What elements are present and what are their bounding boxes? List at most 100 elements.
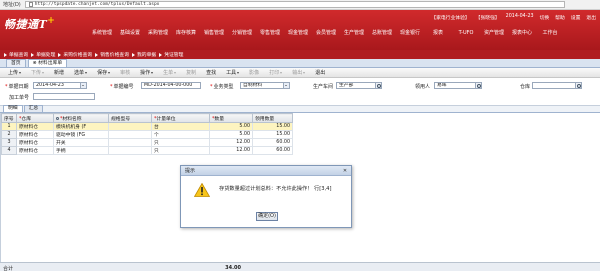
quick-link[interactable]: 凭证管理 [159, 51, 183, 58]
quick-links-bar: 单据查询 单据处理 采购价格查询 销售价格查询 我的单据 凭证管理 [0, 50, 600, 59]
save-button[interactable]: 保存 [92, 69, 115, 76]
exit-button[interactable]: 退出 [310, 69, 330, 76]
cell-quantity-2[interactable]: 15.00 [252, 130, 293, 139]
tab-detail[interactable]: 明细 [3, 105, 23, 112]
page-icon [28, 2, 33, 7]
download-button[interactable]: 下传 [26, 69, 49, 76]
cell-unit[interactable]: 个 [151, 130, 210, 139]
operate-button[interactable]: 操作 [135, 69, 158, 76]
cell-spec[interactable] [108, 138, 152, 147]
cell-spec[interactable] [108, 130, 152, 139]
chevron-down-icon [280, 71, 283, 74]
nav-item[interactable]: 工作台 [536, 29, 564, 37]
nav-item[interactable]: 现金银行 [396, 29, 424, 37]
help-link[interactable]: 帮助 [555, 14, 565, 21]
tab-material-issue[interactable]: ⊗ 材料出库单 [27, 59, 68, 67]
image-button[interactable]: 影像 [244, 69, 264, 76]
nav-item[interactable]: 报表中心 [508, 29, 536, 37]
table-row[interactable]: 4 原材料仓 手柄 只 12.00 60.00 [1, 146, 293, 155]
table-row[interactable]: 1 原材料仓 模块机机身 (F 台 5.00 15.00 [1, 122, 293, 131]
nav-item[interactable]: 会员管理 [312, 29, 340, 37]
address-input[interactable]: http://tpspdate.chanjet.com/tplus/Defaul… [24, 1, 565, 8]
nav-item[interactable]: 总账管理 [368, 29, 396, 37]
cell-quantity-2[interactable]: 60.00 [252, 146, 293, 155]
cell-warehouse[interactable]: 原材料仓 [16, 122, 54, 131]
doc-date-input[interactable]: 2014-04-23 [33, 82, 87, 89]
chevron-down-icon[interactable] [283, 83, 289, 88]
select-doc-button[interactable]: 选单 [69, 69, 92, 76]
cell-unit[interactable]: 只 [151, 138, 210, 147]
nav-item[interactable]: 库存核算 [172, 29, 200, 37]
company-link[interactable]: 【家电行业体验】 [431, 14, 469, 21]
cell-material-name[interactable]: 开关 [53, 138, 109, 147]
cell-spec[interactable] [108, 146, 152, 155]
cell-quantity-2[interactable]: 60.00 [252, 138, 293, 147]
quick-link[interactable]: 我的单据 [132, 51, 156, 58]
logout-link[interactable]: 退出 [586, 14, 596, 21]
cell-warehouse[interactable]: 原材料仓 [16, 146, 54, 155]
cell-quantity[interactable]: 5.00 [209, 122, 253, 131]
nav-item[interactable]: 零售管理 [256, 29, 284, 37]
cell-spec[interactable] [108, 122, 152, 131]
cell-quantity[interactable]: 12.00 [209, 146, 253, 155]
nav-item[interactable]: 分销管理 [228, 29, 256, 37]
close-icon[interactable]: ✕ [342, 168, 348, 174]
nav-item[interactable]: 系统管理 [88, 29, 116, 37]
nav-item[interactable]: 销售管理 [200, 29, 228, 37]
cell-quantity-2[interactable]: 15.00 [252, 122, 293, 131]
search-icon[interactable] [575, 83, 581, 88]
quick-link[interactable]: 采购价格查询 [58, 51, 92, 58]
cell-quantity[interactable]: 12.00 [209, 138, 253, 147]
process-no-input[interactable] [33, 93, 95, 100]
warehouse-input[interactable] [532, 82, 582, 89]
cell-quantity[interactable]: 5.00 [209, 130, 253, 139]
cell-material-name[interactable]: 模块机机身 (F [53, 122, 109, 131]
copy-button[interactable]: 复制 [181, 69, 201, 76]
nav-item[interactable]: 报表 [424, 29, 452, 37]
cell-warehouse[interactable]: 原材料仓 [16, 138, 54, 147]
tab-summary[interactable]: 汇总 [23, 105, 44, 112]
search-icon[interactable] [475, 83, 481, 88]
column-header[interactable]: *计量单位 [151, 113, 210, 123]
cell-unit[interactable]: 只 [151, 146, 210, 155]
tab-home[interactable]: 首页 [6, 59, 26, 67]
table-row[interactable]: 3 原材料仓 开关 只 12.00 60.00 [1, 138, 293, 147]
ok-button[interactable]: 确定(O) [256, 212, 278, 221]
doc-no-input[interactable]: MD-2014-04-00-000 [141, 82, 201, 89]
nav-item[interactable]: 生产管理 [340, 29, 368, 37]
column-header[interactable]: 规格型号 [108, 113, 152, 123]
nav-item[interactable]: 基础设置 [116, 29, 144, 37]
column-header[interactable]: *仓库 [16, 113, 54, 123]
export-button[interactable]: 输出 [287, 69, 310, 76]
generate-button[interactable]: 生单 [158, 69, 181, 76]
cell-warehouse[interactable]: 原材料仓 [16, 130, 54, 139]
column-header[interactable]: *材料名称 [53, 113, 109, 123]
search-icon[interactable] [375, 83, 381, 88]
column-header[interactable]: 领用数量 [252, 113, 293, 123]
nav-item[interactable]: 资产管理 [480, 29, 508, 37]
table-row[interactable]: 2 原材料仓 驱动中镜 (FG 个 5.00 15.00 [1, 130, 293, 139]
switch-link[interactable]: 切换 [540, 14, 550, 21]
cell-material-name[interactable]: 驱动中镜 (FG [53, 130, 109, 139]
cell-unit[interactable]: 台 [151, 122, 210, 131]
workshop-input[interactable]: 生产部 [336, 82, 382, 89]
calendar-icon[interactable] [80, 83, 86, 88]
tools-button[interactable]: 工具 [221, 69, 244, 76]
quick-link[interactable]: 销售价格查询 [95, 51, 129, 58]
find-button[interactable]: 查找 [201, 69, 221, 76]
handler-input[interactable]: 易晖 [434, 82, 482, 89]
approve-button[interactable]: 审核 [115, 69, 135, 76]
biz-type-select[interactable]: 自制材料 [240, 82, 290, 89]
cell-material-name[interactable]: 手柄 [53, 146, 109, 155]
upload-button[interactable]: 上传 [3, 69, 26, 76]
nav-item[interactable]: T-UFO [452, 29, 480, 37]
column-header[interactable]: *数量 [209, 113, 253, 123]
settings-link[interactable]: 设置 [571, 14, 581, 21]
nav-item[interactable]: 现金管理 [284, 29, 312, 37]
print-button[interactable]: 打印 [264, 69, 287, 76]
quick-link[interactable]: 单据查询 [4, 51, 28, 58]
new-button[interactable]: 新增 [49, 69, 69, 76]
user-link[interactable]: 【张晓强】 [476, 14, 500, 21]
quick-link[interactable]: 单据处理 [31, 51, 55, 58]
nav-item[interactable]: 采购管理 [144, 29, 172, 37]
